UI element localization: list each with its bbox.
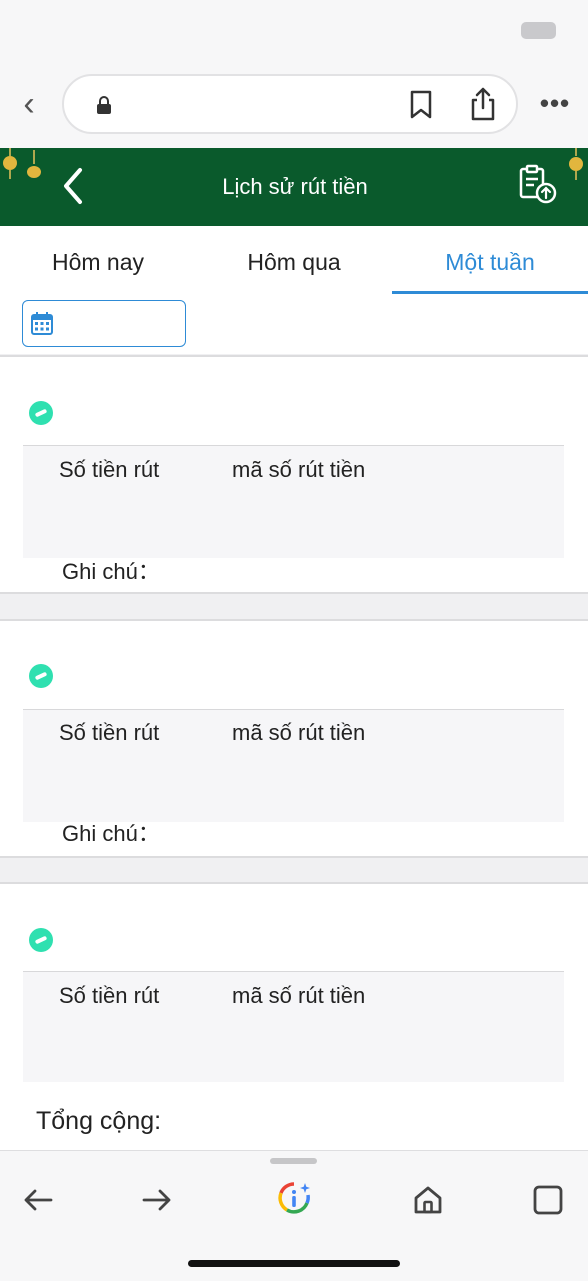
tab-today[interactable]: Hôm nay <box>0 246 196 278</box>
code-label: mã số rút tiền <box>232 457 366 482</box>
share-icon[interactable] <box>468 86 498 122</box>
address-bar[interactable] <box>62 74 518 134</box>
tab-one-week[interactable]: Một tuần <box>392 246 588 278</box>
lock-icon <box>97 96 111 114</box>
note-label: Ghi chú： <box>62 821 160 846</box>
browser-back-icon[interactable]: ‹ <box>14 84 44 124</box>
tab-yesterday[interactable]: Hôm qua <box>196 246 392 278</box>
home-icon[interactable] <box>411 1183 445 1217</box>
more-icon[interactable]: ••• <box>538 90 572 120</box>
back-arrow-icon[interactable] <box>21 1183 55 1217</box>
code-label: mã số rút tiền <box>232 983 366 1008</box>
amount-label: Số tiền rút <box>59 983 160 1008</box>
status-check-icon <box>29 928 53 952</box>
calendar-icon <box>31 312 53 335</box>
home-indicator <box>188 1260 400 1267</box>
lantern-decoration-icon <box>27 150 41 178</box>
lantern-decoration-icon <box>3 148 17 179</box>
status-check-icon <box>29 401 53 425</box>
amount-label: Số tiền rút <box>59 720 160 745</box>
drag-handle[interactable] <box>270 1158 317 1164</box>
tabs-icon[interactable] <box>531 1183 565 1217</box>
bookmark-icon[interactable] <box>408 90 434 120</box>
google-lens-icon[interactable] <box>277 1181 311 1215</box>
code-label: mã số rút tiền <box>232 720 366 745</box>
status-bar <box>0 0 588 62</box>
total-label: Tổng cộng: <box>36 1107 162 1135</box>
page-title: Lịch sử rút tiền <box>222 174 368 199</box>
back-arrow-icon[interactable] <box>58 166 88 206</box>
forward-arrow-icon[interactable] <box>140 1183 174 1217</box>
status-check-icon <box>29 664 53 688</box>
active-tab-indicator <box>392 291 588 294</box>
battery-icon <box>521 22 556 39</box>
lantern-decoration-icon <box>569 148 583 180</box>
upload-record-icon[interactable] <box>516 164 558 204</box>
amount-label: Số tiền rút <box>59 457 160 482</box>
note-label: Ghi chú： <box>62 559 160 584</box>
